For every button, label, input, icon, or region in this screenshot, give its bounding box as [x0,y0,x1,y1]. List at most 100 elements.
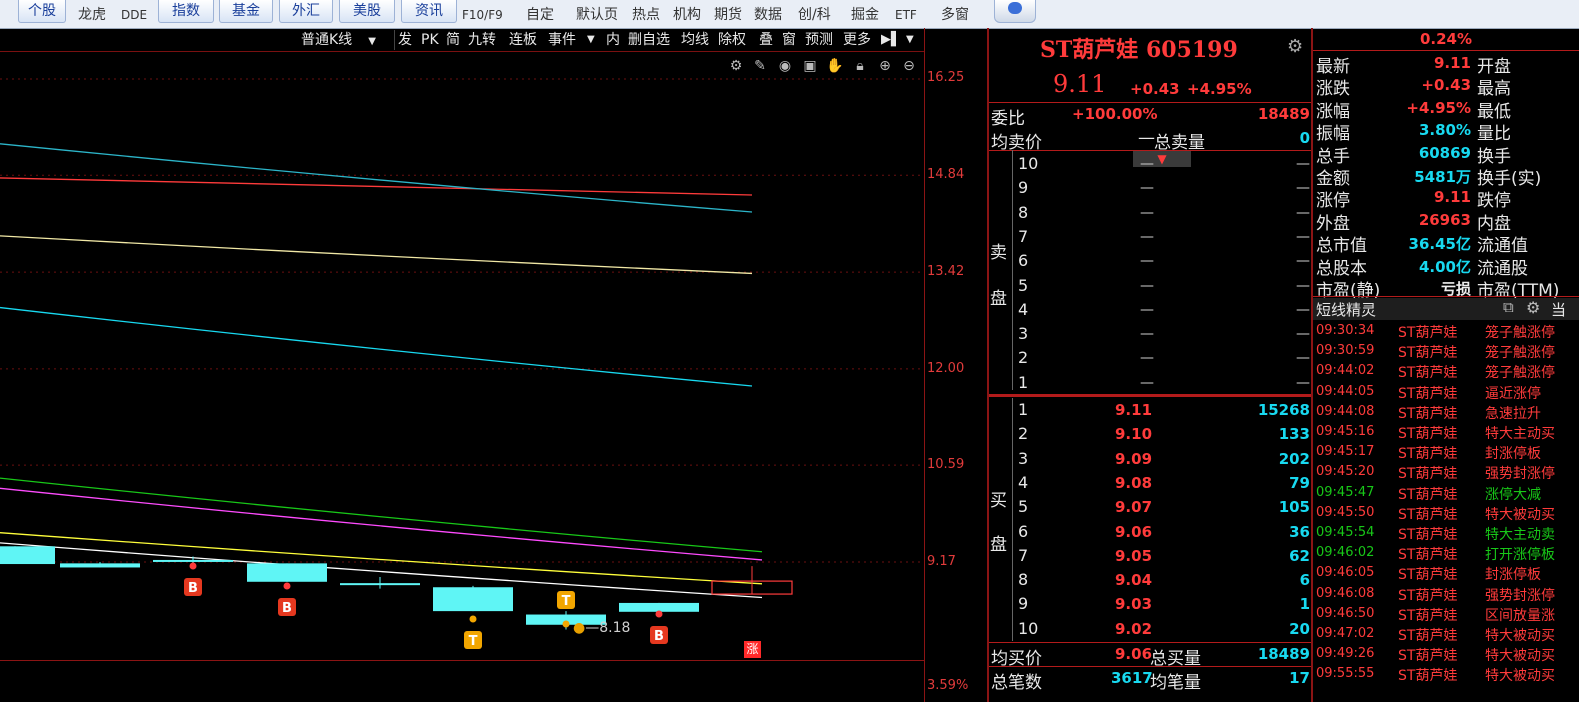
toolbar-item-delete-watchlist[interactable]: 删自选 [628,30,670,50]
toolbar-item-events[interactable]: 事件 [548,30,576,50]
stat-label-secondary: 内盘 [1477,213,1511,234]
toolbar-item-lianban[interactable]: 连板 [509,30,537,50]
nav-chuangke-link[interactable]: 创/科 [798,4,831,26]
nav-custom-link[interactable]: 自定 [526,4,554,26]
gear-icon[interactable]: ⚙ [1287,36,1303,57]
limit-up-badge[interactable]: 涨 [744,641,761,658]
nav-us-stock-button[interactable]: 美股 [339,0,395,23]
alert-row[interactable]: 09:45:20 ST葫芦娃 强势封涨停 [1313,463,1579,483]
alert-row[interactable]: 09:30:34 ST葫芦娃 笼子触涨停 [1313,322,1579,342]
candle-body [153,559,233,562]
stat-label: 外盘 [1316,213,1350,234]
toolbar-item-nei[interactable]: 内 [606,30,620,50]
nav-default-page-link[interactable]: 默认页 [576,4,618,26]
alert-event: 特大被动买 [1485,628,1555,644]
y-axis-label: 12.00 [927,361,965,376]
stat-value: 60869 [1418,143,1471,162]
sell-level-number: 1 [1018,372,1029,392]
nav-juejin-link[interactable]: 掘金 [851,4,879,26]
stat-label-secondary: 开盘 [1477,57,1511,77]
toolbar-item-jiuzhuan[interactable]: 九转 [468,30,496,50]
sell-side-label: 卖 [990,243,1007,263]
alert-row[interactable]: 09:45:54 ST葫芦娃 特大主动卖 [1313,524,1579,544]
nav-institution-link[interactable]: 机构 [673,4,701,26]
toolbar-item-forecast[interactable]: 预测 [805,30,833,50]
alert-row[interactable]: 09:44:05 ST葫芦娃 逼近涨停 [1313,383,1579,403]
nav-multiwindow-link[interactable]: 多窗 [941,4,969,26]
kline-chart[interactable]: B B T T B [0,52,925,697]
stat-value: 36.45亿 [1408,235,1471,254]
nav-forex-button[interactable]: 外汇 [279,0,333,23]
alert-event: 急速拉升 [1485,405,1541,422]
stat-value: 9.11 [1433,54,1471,72]
alert-row[interactable]: 09:46:50 ST葫芦娃 区间放量涨 [1313,605,1579,625]
alert-row[interactable]: 09:46:05 ST葫芦娃 封涨停板 [1313,564,1579,584]
alert-row[interactable]: 09:49:26 ST葫芦娃 特大被动买 [1313,645,1579,665]
stat-label-secondary: 量比 [1477,124,1511,145]
alert-row[interactable]: 09:45:50 ST葫芦娃 特大被动买 [1313,504,1579,524]
buy-level-number: 3 [1018,448,1029,468]
alert-event: 逼近涨停 [1485,385,1541,402]
toolbar-item-fa[interactable]: 发 [398,30,412,50]
nav-f10-link[interactable]: F10/F9 [462,4,503,26]
toolbar-item-jian[interactable]: 简 [446,30,460,50]
nav-news-button[interactable]: 资讯 [401,0,457,23]
buy-level-volume: 36 [1289,522,1310,541]
nav-longhu-link[interactable]: 龙虎 [78,4,106,26]
weibi-value: +100.00% [1072,105,1158,123]
y-axis-label: 14.84 [927,167,965,182]
toolbar-item-more[interactable]: 更多 [843,30,871,50]
candle-body [340,583,420,586]
panel-divider [987,28,989,702]
candle-body [619,602,699,612]
popout-icon[interactable]: ⧉ [1503,298,1514,316]
buy-level-number: 8 [1018,570,1029,590]
alert-stock-name: ST葫芦娃 [1398,345,1458,362]
alert-row[interactable]: 09:44:02 ST葫芦娃 笼子触涨停 [1313,362,1579,382]
alert-row[interactable]: 09:46:02 ST葫芦娃 打开涨停板 [1313,544,1579,564]
alerts-tab-current[interactable]: 当 [1551,299,1566,320]
nav-dde-link[interactable]: DDE [121,4,147,26]
toolbar-item-ma[interactable]: 均线 [681,30,709,50]
buy-side-label: 盘 [990,535,1007,555]
toolbar-item-pk[interactable]: PK [421,30,439,50]
stat-label-secondary: 跌停 [1477,191,1511,212]
nav-hot-link[interactable]: 热点 [632,4,660,26]
price-change: +0.43 [1130,80,1180,98]
app-logo-icon[interactable] [994,0,1036,23]
stat-label-secondary: 换手 [1477,146,1511,167]
alert-row[interactable]: 09:46:08 ST葫芦娃 强势封涨停 [1313,585,1579,605]
nav-etf-link[interactable]: ETF [895,4,917,26]
events-dropdown-icon[interactable]: ▼ [587,30,595,50]
nav-fund-button[interactable]: 基金 [219,0,273,23]
nav-futures-link[interactable]: 期货 [714,4,742,26]
buy-level-volume: 133 [1278,425,1310,444]
alert-row[interactable]: 09:44:08 ST葫芦娃 急速拉升 [1313,403,1579,423]
alert-row[interactable]: 09:47:02 ST葫芦娃 特大被动买 [1313,625,1579,645]
alert-time: 09:30:34 [1316,323,1375,338]
expand-right-icon[interactable]: ▶▌ [881,30,901,50]
more-dropdown-icon[interactable]: ▼ [906,30,914,50]
toolbar-item-overlay[interactable]: 叠 [759,30,773,50]
toolbar-item-window[interactable]: 窗 [782,30,796,50]
alert-row[interactable]: 09:55:55 ST葫芦娃 特大被动买 [1313,665,1579,685]
candle-body [433,587,513,612]
chart-bottom-divider [0,660,925,661]
nav-data-link[interactable]: 数据 [754,4,782,26]
moving-average-line [0,542,763,599]
alert-row[interactable]: 09:45:16 ST葫芦娃 特大主动买 [1313,423,1579,443]
sell-level-volume: — [1296,277,1310,294]
alerts-gear-icon[interactable]: ⚙ [1526,298,1540,317]
stat-label-secondary: 最高 [1477,79,1511,100]
stat-value: 4.00亿 [1418,257,1471,276]
price-change-pct: +4.95% [1187,80,1252,98]
alert-row[interactable]: 09:45:47 ST葫芦娃 涨停大减 [1313,484,1579,504]
alert-row[interactable]: 09:30:59 ST葫芦娃 笼子触涨停 [1313,342,1579,362]
toolbar-item-exright[interactable]: 除权 [718,30,746,50]
kline-type-select[interactable]: 普通K线 ▼ [301,30,376,50]
sell-level-number: 4 [1018,299,1029,319]
top-nav-bar: 个股 龙虎 DDE 指数 基金 外汇 美股 资讯 F10/F9 自定 默认页 热… [0,0,1579,29]
nav-stock-button[interactable]: 个股 [18,0,66,23]
nav-index-button[interactable]: 指数 [158,0,214,23]
alert-row[interactable]: 09:45:17 ST葫芦娃 封涨停板 [1313,443,1579,463]
